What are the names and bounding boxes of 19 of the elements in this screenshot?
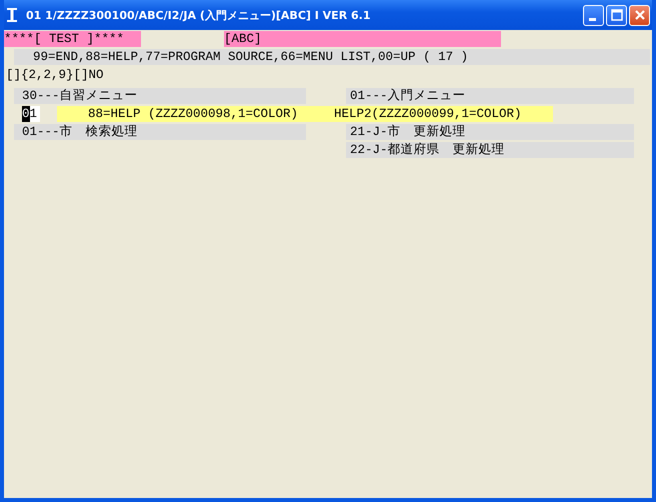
help-text: HELP2(ZZZZ000099,1=COLOR): [306, 106, 553, 122]
minimize-icon: [588, 18, 596, 20]
help-text: 88=HELP (ZZZZ000098,1=COLOR): [57, 106, 306, 122]
header-label: [ABC]: [224, 31, 501, 47]
menu-title: 30---自習メニュー: [14, 88, 306, 104]
window-title: 01 1/ZZZZ300100/ABC/I2/JA (入門メニュー)[ABC] I VER 6.1: [26, 8, 372, 22]
menu-item[interactable]: 22-J-都道府県 更新処理: [346, 142, 634, 158]
close-button[interactable]: [629, 4, 650, 26]
menu-title: 01---入門メニュー: [346, 88, 634, 104]
input-field[interactable]: 01: [22, 106, 40, 122]
maximize-button[interactable]: [606, 4, 627, 26]
minimize-button[interactable]: [583, 4, 604, 26]
status-line: []{2,2,9}[]NO: [6, 67, 104, 83]
menu-item[interactable]: 01---市 検索処理: [14, 124, 306, 140]
app-icon: [6, 7, 20, 23]
maximize-icon: [610, 9, 622, 21]
close-icon: [634, 9, 646, 21]
menu-item[interactable]: 21-J-市 更新処理: [346, 124, 634, 140]
header-label: ****[ TEST ]****: [4, 31, 141, 47]
